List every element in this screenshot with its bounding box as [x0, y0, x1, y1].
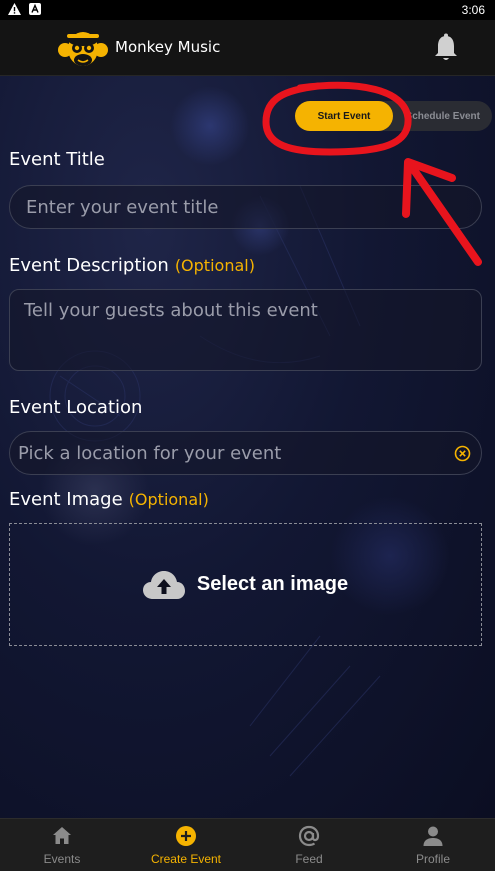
- bottom-nav: Events Create Event Feed Profile: [0, 818, 495, 871]
- event-title-label-text: Event Title: [9, 149, 105, 170]
- select-image-button[interactable]: Select an image: [9, 523, 482, 646]
- nav-profile[interactable]: Profile: [371, 819, 495, 871]
- optional-tag: (Optional): [174, 256, 255, 275]
- plus-circle-icon: [176, 826, 196, 846]
- cloud-upload-icon: [142, 570, 185, 599]
- event-description-placeholder: Tell your guests about this event: [24, 300, 318, 321]
- event-location-label: Event Location: [9, 397, 142, 418]
- event-title-input[interactable]: Enter your event title: [9, 185, 482, 229]
- nav-create-event[interactable]: Create Event: [124, 819, 248, 871]
- nav-profile-label: Profile: [415, 852, 450, 866]
- bell-icon[interactable]: [432, 33, 460, 63]
- select-image-label: Select an image: [196, 573, 349, 595]
- event-location-input[interactable]: Pick a location for your event: [9, 431, 482, 475]
- event-image-label: Event Image (Optional): [9, 489, 209, 510]
- event-description-input[interactable]: Tell your guests about this event: [9, 289, 482, 371]
- at-icon: [298, 825, 320, 847]
- app-header: Monkey Music: [0, 20, 495, 76]
- home-icon: [53, 827, 71, 844]
- app-title: Monkey Music: [115, 38, 221, 56]
- nav-feed-label: Feed: [295, 852, 323, 866]
- nav-create-event-label: Create Event: [150, 852, 222, 866]
- monkey-logo: [58, 32, 108, 66]
- event-image-label-text: Event Image: [9, 489, 123, 510]
- event-location-placeholder: Pick a location for your event: [18, 442, 282, 464]
- nav-feed[interactable]: Feed: [247, 819, 371, 871]
- event-description-label-text: Event Description: [9, 255, 169, 276]
- person-icon: [423, 826, 443, 846]
- start-event-tab[interactable]: Start Event: [295, 101, 393, 131]
- nav-events[interactable]: Events: [0, 819, 124, 871]
- optional-tag: (Optional): [128, 490, 209, 509]
- app-notification-icon: [29, 3, 41, 15]
- event-location-label-text: Event Location: [9, 397, 143, 418]
- warning-icon: [8, 3, 21, 15]
- schedule-event-tab[interactable]: Schedule Event: [393, 101, 492, 131]
- status-time: 3:06: [461, 3, 485, 17]
- status-bar: 3:06: [0, 0, 495, 20]
- clear-location-icon[interactable]: [454, 445, 471, 462]
- event-description-label: Event Description (Optional): [9, 255, 255, 276]
- event-title-label: Event Title: [9, 149, 105, 170]
- status-icons: [8, 3, 41, 15]
- nav-events-label: Events: [43, 852, 81, 866]
- event-title-placeholder: Enter your event title: [26, 196, 219, 218]
